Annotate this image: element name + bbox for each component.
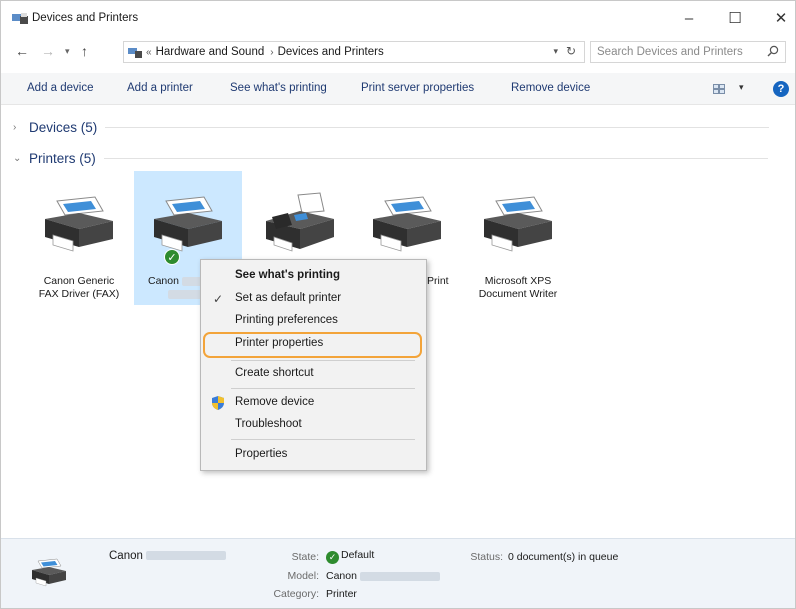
group-divider — [105, 126, 770, 128]
printer-label: Microsoft XPS Document Writer — [478, 275, 558, 300]
print-server-properties-button[interactable]: Print server properties — [361, 82, 474, 94]
redacted-text — [359, 571, 440, 581]
printer-icon — [484, 196, 552, 252]
add-device-button[interactable]: Add a device — [27, 82, 94, 94]
default-check-icon: ✓ — [326, 551, 339, 564]
category-value: Printer — [326, 588, 357, 600]
menu-separator — [231, 439, 415, 440]
minimize-button[interactable]: – — [667, 1, 711, 35]
group-header-printers[interactable]: ⌄ Printers (5) — [13, 148, 768, 168]
menu-item-create-shortcut[interactable]: Create shortcut — [201, 364, 426, 384]
printer-properties-highlight — [203, 332, 422, 358]
breadcrumb-devices-and-printers[interactable]: Devices and Printers — [278, 46, 384, 58]
close-button[interactable]: ✕ — [759, 1, 796, 35]
redacted-text — [168, 289, 202, 299]
breadcrumb-separator[interactable]: › — [270, 47, 273, 58]
fax-machine-icon — [266, 192, 334, 252]
check-mark-icon: ✓ — [213, 292, 224, 306]
menu-separator — [231, 388, 415, 389]
menu-item-troubleshoot[interactable]: Troubleshoot — [201, 415, 426, 435]
devices-printers-icon — [12, 13, 28, 24]
up-arrow-icon[interactable]: ↑ — [81, 43, 88, 59]
address-dropdown-icon[interactable]: ▾ — [553, 46, 558, 57]
status-label: Status: — [470, 551, 503, 563]
group-label-devices[interactable]: Devices (5) — [29, 120, 97, 135]
printer-icon — [32, 558, 66, 587]
uac-shield-icon — [212, 396, 224, 410]
default-printer-check-icon: ✓ — [164, 249, 180, 265]
model-value: Canon — [326, 570, 440, 582]
window-title: Devices and Printers — [32, 12, 139, 24]
recent-locations-dropdown[interactable]: ▾ — [65, 46, 70, 57]
add-printer-button[interactable]: Add a printer — [127, 82, 193, 94]
back-arrow-icon[interactable]: ← — [15, 43, 29, 59]
group-label-printers[interactable]: Printers (5) — [29, 151, 96, 166]
expanded-chevron-icon[interactable]: ⌄ — [13, 153, 25, 164]
address-bar[interactable]: « Hardware and Sound › Devices and Print… — [123, 41, 585, 63]
menu-item-set-as-default[interactable]: ✓ Set as default printer — [201, 289, 426, 309]
group-divider — [103, 157, 768, 159]
menu-item-printing-preferences[interactable]: Printing preferences — [201, 311, 426, 331]
category-label: Category: — [273, 588, 319, 600]
details-pane: Canon State: ✓ Default Status: 0 document… — [1, 538, 795, 608]
remove-device-button[interactable]: Remove device — [511, 82, 590, 94]
printer-icon — [45, 196, 113, 252]
breadcrumb-hardware-and-sound[interactable]: Hardware and Sound — [156, 46, 265, 58]
printer-tile[interactable]: Microsoft XPS Document Writer — [464, 171, 572, 305]
devices-and-printers-window: Devices and Printers – ☐ ✕ ← → ▾ ↑ « Har… — [0, 0, 796, 609]
menu-item-see-whats-printing[interactable]: See what's printing — [201, 266, 426, 286]
control-panel-icon — [128, 47, 142, 58]
menu-separator — [231, 360, 415, 361]
forward-arrow-icon[interactable]: → — [41, 43, 55, 59]
details-printer-name: Canon — [109, 550, 227, 562]
printer-tile[interactable]: Canon Generic FAX Driver (FAX) — [25, 171, 133, 305]
context-menu: See what's printing ✓ Set as default pri… — [200, 259, 427, 471]
search-icon[interactable] — [767, 45, 779, 57]
command-bar: Add a device Add a printer See what's pr… — [1, 73, 795, 105]
menu-item-remove-device[interactable]: Remove device — [201, 393, 426, 413]
printer-icon — [154, 196, 222, 252]
view-dropdown-icon[interactable]: ▾ — [739, 82, 744, 93]
state-label: State: — [291, 551, 319, 563]
printer-icon — [373, 196, 441, 252]
maximize-button[interactable]: ☐ — [713, 1, 757, 35]
breadcrumb-overflow[interactable]: « — [146, 47, 152, 58]
see-whats-printing-button[interactable]: See what's printing — [230, 82, 327, 94]
menu-item-properties[interactable]: Properties — [201, 445, 426, 465]
help-icon[interactable]: ? — [773, 81, 789, 97]
printer-label: Canon Generic FAX Driver (FAX) — [38, 275, 120, 300]
title-bar: Devices and Printers – ☐ ✕ — [1, 1, 795, 35]
view-options-icon[interactable] — [713, 84, 725, 94]
status-value: 0 document(s) in queue — [508, 551, 619, 563]
group-header-devices[interactable]: › Devices (5) — [13, 117, 770, 137]
collapsed-chevron-icon[interactable]: › — [13, 122, 25, 133]
model-label: Model: — [287, 570, 319, 582]
redacted-text — [146, 551, 227, 561]
navigation-bar: ← → ▾ ↑ « Hardware and Sound › Devices a… — [1, 37, 795, 67]
state-value: ✓ Default — [326, 549, 374, 564]
refresh-icon[interactable]: ↻ — [566, 44, 576, 58]
search-placeholder: Search Devices and Printers — [597, 46, 743, 58]
search-input[interactable]: Search Devices and Printers — [590, 41, 786, 63]
